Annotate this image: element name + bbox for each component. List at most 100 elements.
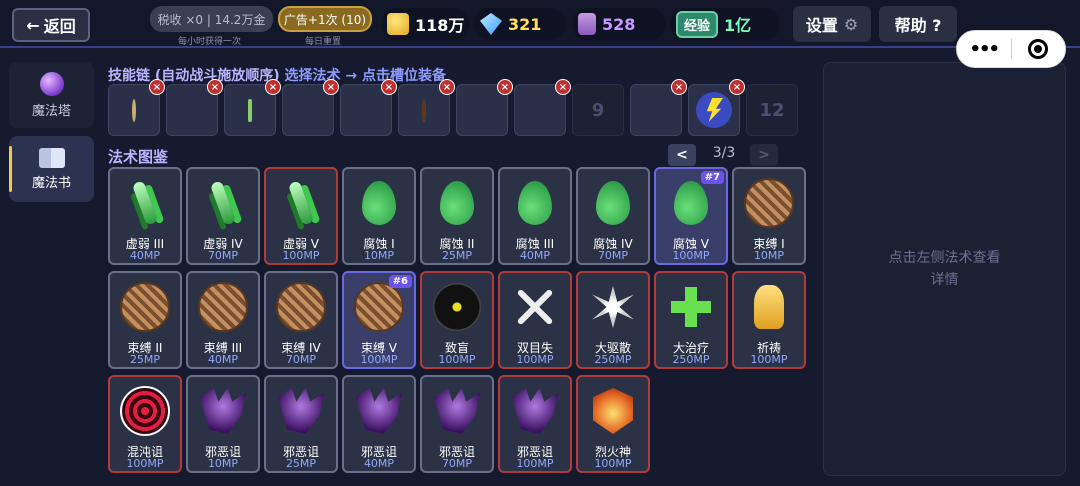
- chain-slot-7[interactable]: ×: [456, 79, 513, 136]
- remove-slot-icon[interactable]: ×: [497, 79, 513, 95]
- ad-bonus-button[interactable]: 广告+1次 (10): [278, 6, 372, 32]
- exp-counter: 经验 1亿: [670, 8, 780, 40]
- next-page-button[interactable]: >: [750, 144, 778, 166]
- spell-card[interactable]: 束缚 II 25MP: [108, 271, 182, 369]
- sidebar-item-spellbook[interactable]: 魔法书: [9, 136, 94, 202]
- tax-subtitle: 每小时获得一次: [178, 37, 242, 47]
- spell-card[interactable]: 祈祷 100MP: [732, 271, 806, 369]
- spell-mp-cost: 25MP: [129, 353, 161, 366]
- bind-ball-icon: [422, 98, 426, 122]
- remove-slot-icon[interactable]: ×: [265, 79, 281, 95]
- spell-card[interactable]: 致盲 100MP: [420, 271, 494, 369]
- prev-page-button[interactable]: <: [668, 144, 696, 166]
- page-indicator: 3/3: [712, 145, 736, 161]
- orb-icon: [39, 71, 64, 96]
- bind-ball-icon: [110, 277, 180, 337]
- claw-icon: [188, 173, 258, 233]
- spell-card[interactable]: 邪恶诅 40MP: [342, 375, 416, 473]
- gold-coins-icon: [387, 13, 409, 35]
- spell-mp-cost: 70MP: [207, 249, 239, 262]
- chain-slot-8[interactable]: ×: [514, 79, 571, 136]
- bind-ball-icon: [734, 173, 804, 233]
- back-label: 返回: [43, 17, 76, 36]
- spell-card[interactable]: 腐蚀 IV 70MP: [576, 167, 650, 265]
- arrow-left-icon: ←: [26, 15, 40, 35]
- spell-card[interactable]: 虚弱 IV 70MP: [186, 167, 260, 265]
- evil-claw-icon: [344, 381, 414, 441]
- gem-counter: 321: [474, 8, 566, 40]
- chain-slot-11[interactable]: ×: [688, 79, 745, 136]
- bind-ball-icon: [266, 277, 336, 337]
- back-button[interactable]: ← 返回: [12, 8, 90, 42]
- chain-slot-12[interactable]: 12: [746, 84, 798, 136]
- remove-slot-icon[interactable]: ×: [439, 79, 455, 95]
- spell-mp-cost: 250MP: [594, 353, 632, 366]
- fire-shield-icon: [578, 381, 648, 441]
- spell-card[interactable]: 腐蚀 III 40MP: [498, 167, 572, 265]
- star-medal-icon: [132, 98, 136, 122]
- more-menu-icon[interactable]: •••: [957, 39, 1011, 60]
- chain-slot-2[interactable]: ×: [166, 79, 223, 136]
- spell-mp-cost: 70MP: [441, 457, 473, 470]
- chain-slot-10[interactable]: ×: [630, 79, 687, 136]
- chain-slot-6[interactable]: ×: [398, 79, 455, 136]
- spell-mp-cost: 10MP: [207, 457, 239, 470]
- close-target-icon[interactable]: [1011, 39, 1065, 59]
- spell-card[interactable]: 腐蚀 V 100MP #7: [654, 167, 728, 265]
- remove-slot-icon[interactable]: ×: [381, 79, 397, 95]
- remove-slot-icon[interactable]: ×: [149, 79, 165, 95]
- spell-card[interactable]: 虚弱 III 40MP: [108, 167, 182, 265]
- remove-slot-icon[interactable]: ×: [729, 79, 745, 95]
- spell-card[interactable]: 双目失 100MP: [498, 271, 572, 369]
- chain-slot-1[interactable]: ×: [108, 79, 165, 136]
- spell-card[interactable]: 邪恶诅 10MP: [186, 375, 260, 473]
- spell-card[interactable]: 束缚 III 40MP: [186, 271, 260, 369]
- equipped-slot-badge: #6: [388, 275, 412, 288]
- help-button[interactable]: 帮助 ?: [879, 6, 957, 42]
- spell-card[interactable]: 腐蚀 II 25MP: [420, 167, 494, 265]
- remove-slot-icon[interactable]: ×: [323, 79, 339, 95]
- chain-slot-9[interactable]: 9: [572, 84, 624, 136]
- spell-card[interactable]: 邪恶诅 100MP: [498, 375, 572, 473]
- spell-mp-cost: 10MP: [363, 249, 395, 262]
- spell-card[interactable]: 束缚 I 10MP: [732, 167, 806, 265]
- settings-button[interactable]: 设置 ⚙: [793, 6, 871, 42]
- evil-claw-icon: [500, 381, 570, 441]
- remove-slot-icon[interactable]: ×: [671, 79, 687, 95]
- spell-card[interactable]: 大治疗 250MP: [654, 271, 728, 369]
- skill-chain-hint: 选择法术 → 点击槽位装备: [284, 68, 447, 84]
- spell-mp-cost: 250MP: [672, 353, 710, 366]
- spell-card[interactable]: 腐蚀 I 10MP: [342, 167, 416, 265]
- remove-slot-icon[interactable]: ×: [207, 79, 223, 95]
- spell-card[interactable]: 虚弱 V 100MP: [264, 167, 338, 265]
- spell-mp-cost: 40MP: [129, 249, 161, 262]
- spell-card[interactable]: 烈火神 100MP: [576, 375, 650, 473]
- spell-mp-cost: 70MP: [285, 353, 317, 366]
- spell-mp-cost: 40MP: [363, 457, 395, 470]
- sidebar-item-magic-tower[interactable]: 魔法塔: [9, 62, 94, 128]
- spell-card[interactable]: 混沌诅 100MP: [108, 375, 182, 473]
- spell-mp-cost: 40MP: [519, 249, 551, 262]
- spell-card[interactable]: 邪恶诅 25MP: [264, 375, 338, 473]
- spell-card[interactable]: 束缚 IV 70MP: [264, 271, 338, 369]
- spell-mp-cost: 100MP: [126, 457, 164, 470]
- chain-slot-4[interactable]: ×: [282, 79, 339, 136]
- ad-subtitle: 每日重置: [305, 37, 342, 47]
- chain-slot-5[interactable]: ×: [340, 79, 397, 136]
- detail-placeholder: 点击左侧法术查看详情: [888, 250, 1001, 288]
- remove-slot-icon[interactable]: ×: [555, 79, 571, 95]
- poison-drop-icon: [578, 173, 648, 233]
- poison-drop-icon: [500, 173, 570, 233]
- tax-pill[interactable]: 税收 ×0 | 14.2万金: [150, 6, 273, 32]
- evil-claw-icon: [266, 381, 336, 441]
- spell-mp-cost: 100MP: [360, 353, 398, 366]
- spell-mp-cost: 100MP: [672, 249, 710, 262]
- top-bar: ← 返回 税收 ×0 | 14.2万金 每小时获得一次 广告+1次 (10) 每…: [0, 0, 1080, 48]
- chain-slot-3[interactable]: ×: [224, 79, 281, 136]
- spell-card[interactable]: 束缚 V 100MP #6: [342, 271, 416, 369]
- bind-ball-icon: [188, 277, 258, 337]
- spell-mp-cost: 100MP: [750, 353, 788, 366]
- spell-card[interactable]: 大驱散 250MP: [576, 271, 650, 369]
- spell-card[interactable]: 邪恶诅 70MP: [420, 375, 494, 473]
- gold-counter: 118万: [381, 8, 469, 40]
